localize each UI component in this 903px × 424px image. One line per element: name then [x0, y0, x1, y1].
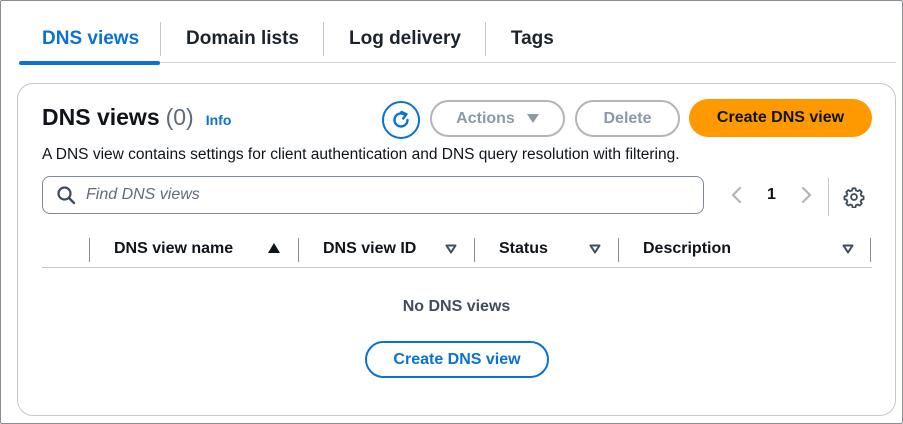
empty-state-create-button[interactable]: Create DNS view	[365, 341, 549, 378]
column-separator[interactable]	[298, 238, 299, 262]
info-link[interactable]: Info	[206, 112, 232, 128]
gear-icon	[843, 187, 865, 208]
column-separator[interactable]	[870, 238, 871, 262]
chevron-left-icon	[731, 186, 742, 204]
table-settings-button[interactable]	[843, 182, 865, 212]
caret-down-icon	[526, 114, 539, 123]
empty-state-text: No DNS views	[402, 298, 511, 315]
empty-create-label: Create DNS view	[393, 350, 521, 368]
column-separator[interactable]	[474, 238, 475, 262]
refresh-button[interactable]	[382, 101, 420, 139]
pager-separator	[828, 178, 829, 216]
container-description: A DNS view contains settings for client …	[42, 146, 680, 163]
item-count: (0)	[165, 104, 194, 130]
sort-unsorted-icon	[445, 244, 457, 254]
container-header: DNS views (0) Info	[42, 104, 231, 131]
tab-log-delivery[interactable]: Log delivery	[324, 15, 485, 63]
actions-label: Actions	[456, 109, 515, 127]
sort-unsorted-icon	[589, 244, 601, 254]
tab-dns-views[interactable]: DNS views	[19, 15, 160, 65]
refresh-icon	[393, 110, 409, 128]
column-header-dns-view-id[interactable]: DNS view ID	[323, 230, 416, 268]
table-header: DNS view name DNS view ID Status Descrip…	[42, 230, 872, 268]
column-separator[interactable]	[618, 238, 619, 262]
search-box[interactable]	[42, 176, 704, 214]
column-header-dns-view-name[interactable]: DNS view name	[114, 230, 233, 268]
search-icon	[57, 186, 76, 205]
actions-dropdown-button[interactable]: Actions	[430, 100, 565, 137]
tab-domain-lists[interactable]: Domain lists	[161, 15, 323, 63]
create-label: Create DNS view	[716, 109, 845, 126]
tab-bar: DNS views Domain lists Log delivery Tags	[19, 15, 896, 65]
sort-ascending-icon	[268, 243, 280, 253]
tab-tags[interactable]: Tags	[486, 15, 578, 63]
column-separator	[89, 238, 90, 262]
previous-page-button[interactable]	[730, 180, 744, 210]
create-dns-view-button[interactable]: Create DNS view	[689, 99, 872, 137]
chevron-right-icon	[801, 186, 812, 204]
window-frame: DNS views Domain lists Log delivery Tags…	[0, 0, 903, 424]
search-input[interactable]	[86, 186, 686, 204]
column-header-status[interactable]: Status	[499, 230, 548, 268]
dns-views-container: DNS views (0) Info Actions Delete Create…	[17, 83, 896, 416]
page-title: DNS views	[42, 104, 160, 130]
next-page-button[interactable]	[799, 180, 813, 210]
delete-label: Delete	[603, 109, 652, 127]
delete-button[interactable]: Delete	[575, 100, 680, 137]
sort-unsorted-icon	[842, 244, 854, 254]
page-number[interactable]: 1	[767, 180, 776, 210]
column-header-description[interactable]: Description	[643, 230, 731, 268]
